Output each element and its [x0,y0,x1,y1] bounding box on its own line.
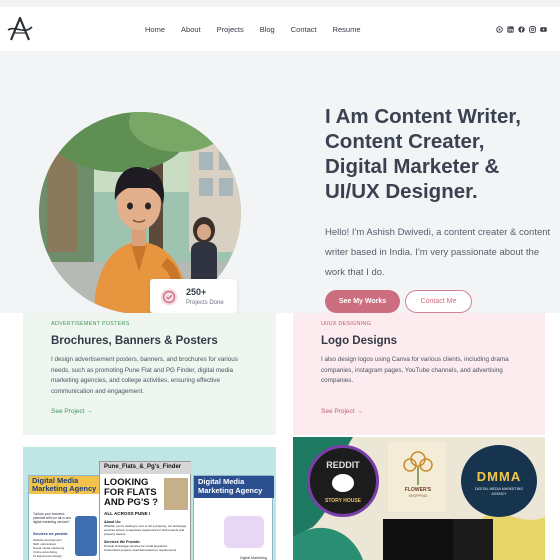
poster-headline: LOOKING FOR FLATS AND PG'S ? [104,477,158,508]
service-card-posters: ADVERTISEMENT POSTERS Brochures, Banners… [23,313,276,435]
flowers-shopping-logo: FLOWER'S SHOPPING [394,445,442,509]
navbar: Home About Projects Blog Contact Resume [0,7,560,51]
see-my-works-button[interactable]: See My Works [325,290,400,313]
poster-digital-agency: Digital Media Marketing Agency "Unlock y… [28,475,101,560]
projects-stat-card: 250+ Projects Done [150,279,237,313]
service-category: ADVERTISEMENT POSTERS [51,321,130,327]
service-description: I design advertisement posters, banners,… [51,356,238,395]
poster-footer: Digital Marketing [240,556,267,560]
logo-subtitle: DIGITAL MEDIA MARKETING AGENCY [474,487,524,496]
nav-resume[interactable]: Resume [333,25,361,34]
logo-title: FLOWER'S [404,487,432,493]
poster-subheadline: ALL ACROSS PUNE ! [104,511,151,516]
poster-about-text: Whether you're looking to rent or list a… [104,524,187,536]
poster-marketing-agency: Digital Media Marketing Agency Digital M… [193,475,274,560]
poster-services-list: Provide brokerage services for rental pr… [104,544,177,552]
poster-quote: "Unlock your business potential with our… [33,512,72,524]
poster-illustration [224,516,264,548]
logo-title: DMMA [476,469,522,484]
posters-showcase[interactable]: Digital Media Marketing Agency "Unlock y… [23,447,276,560]
badge-icon [160,288,178,306]
dmma-logo: DMMA DIGITAL MEDIA MARKETING AGENCY [461,445,537,517]
instagram-icon[interactable] [529,25,536,33]
whatsapp-icon[interactable] [496,25,503,33]
see-project-link[interactable]: See Project → [321,408,363,415]
poster-title: Digital Media Marketing Agency [32,476,97,493]
hero-title: I Am Content Writer, Content Creater, Di… [325,105,521,203]
poster-title: Digital Media Marketing Agency [198,477,263,495]
linkedin-icon[interactable] [507,25,514,33]
projects-count: 250+ [186,287,207,297]
logo-subtitle: STORY HOUSE [324,498,362,504]
site-logo[interactable] [6,15,34,43]
service-title: Brochures, Banners & Posters [51,335,218,347]
main-nav: Home About Projects Blog Contact Resume [145,7,377,51]
nav-home[interactable]: Home [145,25,165,34]
nav-projects[interactable]: Projects [217,25,244,34]
flower-icon [403,451,433,485]
nav-about[interactable]: About [181,25,201,34]
logo-mascot [332,474,354,492]
service-description: I also design logos using Canva for vari… [321,356,509,384]
facebook-icon[interactable] [518,25,525,33]
poster-illustration [75,516,97,556]
top-strip [0,0,560,7]
poster-services-title: Services we provide [33,532,68,536]
logo-subtitle: SHOPPING [408,494,428,498]
nav-blog[interactable]: Blog [260,25,275,34]
logos-showcase[interactable]: REDDIT STORY HOUSE FLOWER'S SHOPPING DMM… [293,437,545,560]
projects-label: Projects Done [186,300,224,306]
hero-description: Hello! I'm Ashish Dwivedi, a content cre… [325,227,551,278]
youtube-icon[interactable] [540,26,547,33]
poster-building [164,478,188,510]
service-card-logos: UI/UX DESIGNING Logo Designs I also desi… [293,313,545,435]
reddit-story-logo: REDDIT STORY HOUSE [307,445,379,517]
logo-title: REDDIT [326,460,360,470]
poster-flats-finder: Pune_Flats_&_Pg's_Finder LOOKING FOR FLA… [99,461,192,560]
poster-handle: Pune_Flats_&_Pg's_Finder [104,464,182,470]
poster-services-list: Website development SEO optimization Soc… [33,538,65,558]
service-category: UI/UX DESIGNING [321,321,372,327]
service-title: Logo Designs [321,335,398,347]
nav-contact[interactable]: Contact [291,25,317,34]
see-project-link[interactable]: See Project → [51,408,93,415]
contact-me-button[interactable]: Contact Me [405,290,472,313]
social-links [496,7,547,51]
